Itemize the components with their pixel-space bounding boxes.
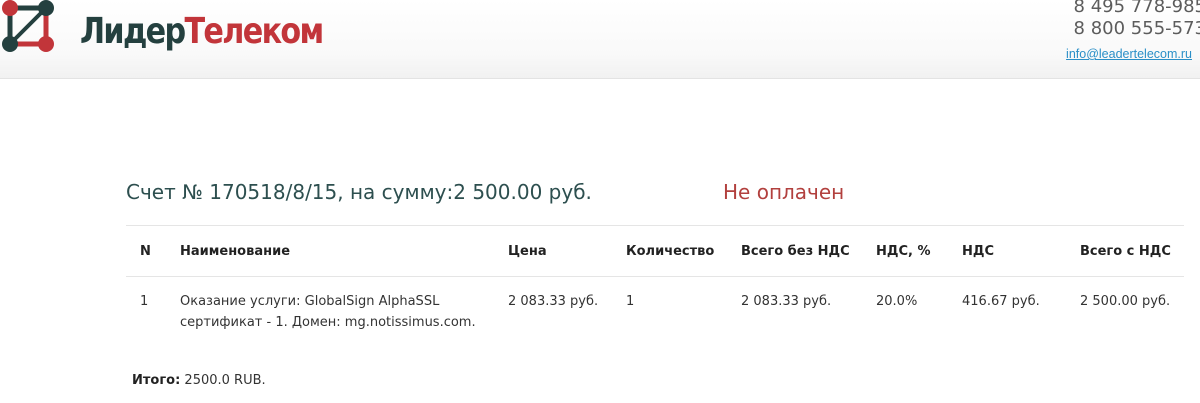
payment-status: Не оплачен: [723, 180, 845, 204]
table-header-row: N Наименование Цена Количество Всего без…: [126, 225, 1184, 277]
invoice-items-table: N Наименование Цена Количество Всего без…: [126, 225, 1184, 333]
column-header-number: N: [126, 225, 172, 277]
network-nodes-icon: [2, 0, 54, 52]
cell-price: 2 083.33 руб.: [508, 294, 599, 309]
cell-total-without-vat: 2 083.33 руб.: [741, 294, 832, 309]
brand-logo-text: ЛидерТелеком: [80, 7, 324, 57]
invoice-total: Итого: 2500.0 RUB.: [132, 373, 266, 388]
brand-text-part2: Телеком: [184, 11, 324, 52]
cell-quantity: 1: [626, 294, 635, 309]
column-header-vat-percent: НДС, %: [868, 225, 954, 277]
total-label: Итого:: [132, 373, 181, 388]
site-header: ЛидерТелеком 8 495 778-985 8 800 555-573…: [0, 0, 1200, 79]
column-header-vat: НДС: [954, 225, 1072, 277]
email-link[interactable]: info@leadertelecom.ru: [1066, 47, 1192, 61]
column-header-total-without-vat: Всего без НДС: [733, 225, 868, 277]
table-row: 1 Оказание услуги: GlobalSign AlphaSSL с…: [126, 277, 1184, 334]
cell-vat: 416.67 руб.: [962, 294, 1040, 309]
brand-text-part1: Лидер: [80, 11, 186, 52]
cell-name: Оказание услуги: GlobalSign AlphaSSL сер…: [180, 294, 476, 330]
cell-number: 1: [140, 294, 149, 309]
cell-total-with-vat: 2 500.00 руб.: [1080, 294, 1171, 309]
column-header-quantity: Количество: [618, 225, 733, 277]
invoice-title: Счет № 170518/8/15, на сумму:2 500.00 ру…: [126, 180, 592, 204]
phone-number-moscow: 8 495 778-985: [1073, 0, 1200, 17]
phone-number-tollfree: 8 800 555-573: [1073, 18, 1200, 39]
column-header-total-with-vat: Всего с НДС: [1072, 225, 1184, 277]
column-header-price: Цена: [500, 225, 618, 277]
total-value: 2500.0 RUB.: [184, 373, 266, 388]
column-header-name: Наименование: [172, 225, 500, 277]
header-contacts: 8 495 778-985 8 800 555-573 info@leadert…: [1066, 0, 1200, 61]
cell-vat-percent: 20.0%: [876, 294, 918, 309]
